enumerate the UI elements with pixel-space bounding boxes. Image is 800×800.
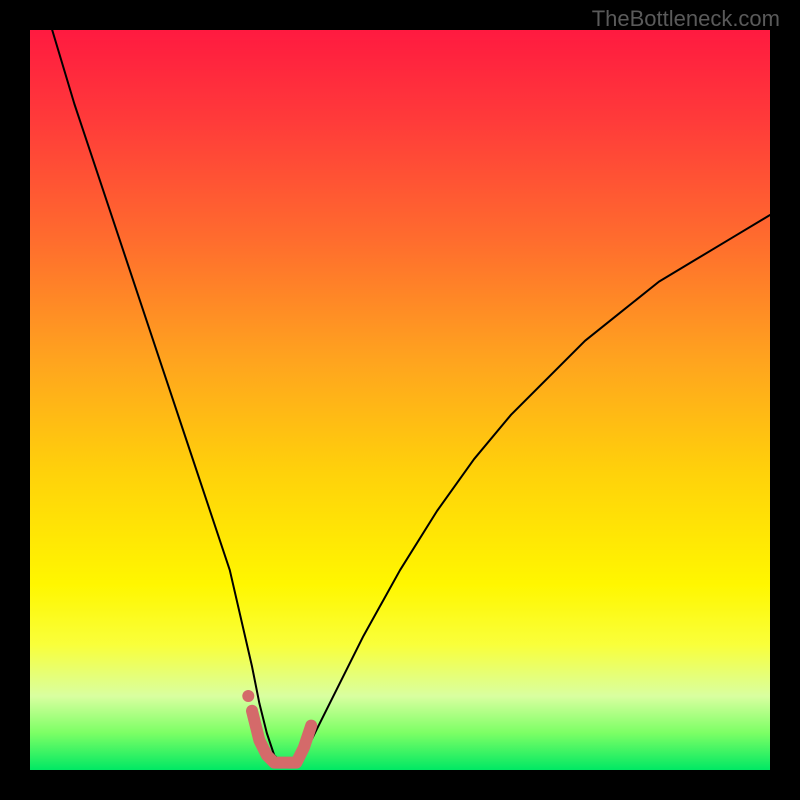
chart-svg (30, 30, 770, 770)
watermark-text: TheBottleneck.com (592, 6, 780, 32)
series-layer (52, 30, 770, 763)
chart-area (30, 30, 770, 770)
annotation-layer (242, 690, 254, 702)
series-optimal-zone-marker (252, 711, 311, 763)
series-bottleneck-curve (52, 30, 770, 763)
annotation-dot (242, 690, 254, 702)
